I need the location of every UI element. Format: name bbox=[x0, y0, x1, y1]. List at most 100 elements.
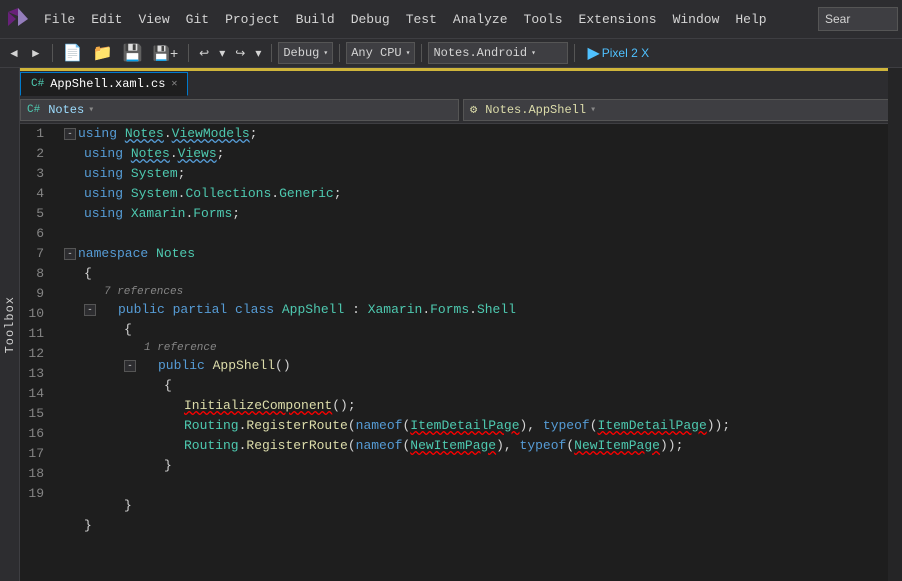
menu-analyze[interactable]: Analyze bbox=[445, 8, 516, 31]
code-line-15: Routing. RegisterRoute( nameof( NewItemP… bbox=[64, 436, 902, 456]
code-line-14: Routing. RegisterRoute( nameof( ItemDeta… bbox=[64, 416, 902, 436]
project-dropdown[interactable]: Notes.Android ▾ bbox=[428, 42, 568, 64]
line-num-9: 9 bbox=[20, 284, 52, 304]
code-line-3: using System; bbox=[64, 164, 902, 184]
run-icon: ▶ bbox=[587, 43, 599, 63]
tab-appshell[interactable]: C# AppShell.xaml.cs ✕ bbox=[20, 72, 188, 96]
cpu-dropdown[interactable]: Any CPU ▾ bbox=[346, 42, 415, 64]
line-num-2: 2 bbox=[20, 144, 52, 164]
tab-close-button[interactable]: ✕ bbox=[171, 78, 177, 90]
forward-button[interactable]: ► bbox=[26, 41, 46, 65]
vs-logo-icon bbox=[4, 5, 32, 33]
undo-button[interactable]: ↩ bbox=[195, 41, 213, 65]
line-num-18: 18 bbox=[20, 464, 52, 484]
menu-project[interactable]: Project bbox=[217, 8, 288, 31]
toolbox-label: Toolbox bbox=[3, 296, 17, 353]
menu-test[interactable]: Test bbox=[398, 8, 445, 31]
code-line-5: using Xamarin.Forms; bbox=[64, 204, 902, 224]
code-line-19: } bbox=[64, 516, 902, 536]
code-editor[interactable]: - using Notes.ViewModels; using Notes.Vi… bbox=[60, 124, 902, 581]
line-num-6: 6 bbox=[20, 224, 52, 244]
code-line-6 bbox=[64, 224, 902, 244]
menu-file[interactable]: File bbox=[36, 8, 83, 31]
menu-view[interactable]: View bbox=[130, 8, 177, 31]
code-line-9: - public partial class AppShell : Xamari… bbox=[64, 300, 902, 320]
separator-6 bbox=[574, 44, 575, 62]
menu-git[interactable]: Git bbox=[178, 8, 217, 31]
toolbox-sidebar[interactable]: Toolbox bbox=[0, 68, 20, 581]
menu-help[interactable]: Help bbox=[727, 8, 774, 31]
debug-config-arrow: ▾ bbox=[323, 48, 328, 58]
method-icon: ⚙ bbox=[470, 102, 477, 117]
separator-1 bbox=[52, 44, 53, 62]
open-button[interactable]: 📁 bbox=[89, 41, 117, 65]
document-highlight-bar bbox=[0, 68, 902, 71]
class-dropdown-arrow: ▾ bbox=[88, 104, 94, 116]
ref-hint-7: 7 references bbox=[104, 282, 183, 302]
line-numbers: 1 2 3 4 5 6 7 8 9 10 11 12 13 14 15 16 1… bbox=[20, 124, 60, 581]
debug-config-dropdown[interactable]: Debug ▾ bbox=[278, 42, 333, 64]
separator-4 bbox=[339, 44, 340, 62]
save-all-button[interactable]: 💾+ bbox=[149, 41, 183, 65]
line-num-1: 1 bbox=[20, 124, 52, 144]
menu-bar: File Edit View Git Project Build Debug T… bbox=[0, 0, 902, 38]
collapse-9[interactable]: - bbox=[84, 304, 96, 316]
toolbar: ◄ ► 📄 📁 💾 💾+ ↩ ▾ ↪ ▾ Debug ▾ Any CPU ▾ N… bbox=[0, 38, 902, 68]
menu-window[interactable]: Window bbox=[665, 8, 728, 31]
code-line-1: - using Notes.ViewModels; bbox=[64, 124, 902, 144]
project-arrow: ▾ bbox=[531, 48, 536, 58]
cpu-label: Any CPU bbox=[351, 46, 401, 60]
save-button[interactable]: 💾 bbox=[119, 41, 147, 65]
separator-3 bbox=[271, 44, 272, 62]
menu-debug[interactable]: Debug bbox=[343, 8, 398, 31]
redo-dropdown[interactable]: ▾ bbox=[251, 41, 265, 65]
collapse-7[interactable]: - bbox=[64, 248, 76, 260]
code-line-17 bbox=[64, 476, 902, 496]
code-line-10: { bbox=[64, 320, 902, 340]
code-line-8: { bbox=[64, 264, 902, 284]
line-num-4: 4 bbox=[20, 184, 52, 204]
nav-bar: C# Notes ▾ ⚙ Notes.AppShell ▾ bbox=[20, 96, 902, 124]
cpu-arrow: ▾ bbox=[406, 48, 411, 58]
line-num-13: 13 bbox=[20, 364, 52, 384]
separator-5 bbox=[421, 44, 422, 62]
line-num-19: 19 bbox=[20, 484, 52, 504]
run-button[interactable]: ▶ Pixel 2 X bbox=[581, 41, 655, 65]
line-num-16: 16 bbox=[20, 424, 52, 444]
line-num-5: 5 bbox=[20, 204, 52, 224]
scrollbar[interactable] bbox=[888, 68, 902, 581]
back-button[interactable]: ◄ bbox=[4, 41, 24, 65]
code-line-16: } bbox=[64, 456, 902, 476]
run-label: Pixel 2 X bbox=[602, 46, 649, 60]
undo-dropdown[interactable]: ▾ bbox=[215, 41, 229, 65]
collapse-1[interactable]: - bbox=[64, 128, 76, 140]
line-num-11: 11 bbox=[20, 324, 52, 344]
collapse-11[interactable]: - bbox=[124, 360, 136, 372]
menu-extensions[interactable]: Extensions bbox=[571, 8, 665, 31]
tab-bar: C# AppShell.xaml.cs ✕ bbox=[20, 68, 902, 96]
line-num-10: 10 bbox=[20, 304, 52, 324]
code-ref-11: 1 reference bbox=[64, 340, 902, 356]
debug-config-label: Debug bbox=[283, 46, 319, 60]
redo-button[interactable]: ↪ bbox=[231, 41, 249, 65]
new-file-button[interactable]: 📄 bbox=[59, 41, 87, 65]
ref-hint-11: 1 reference bbox=[144, 338, 217, 358]
code-line-18: } bbox=[64, 496, 902, 516]
line-num-7: 7 bbox=[20, 244, 52, 264]
class-dropdown[interactable]: C# Notes ▾ bbox=[20, 99, 459, 121]
menu-build[interactable]: Build bbox=[288, 8, 343, 31]
code-line-2: using Notes.Views; bbox=[64, 144, 902, 164]
menu-tools[interactable]: Tools bbox=[516, 8, 571, 31]
menu-edit[interactable]: Edit bbox=[83, 8, 130, 31]
method-dropdown-arrow: ▾ bbox=[590, 104, 596, 116]
line-num-17: 17 bbox=[20, 444, 52, 464]
cs-icon: C# bbox=[31, 78, 44, 90]
class-value: Notes bbox=[48, 103, 84, 117]
line-num-8: 8 bbox=[20, 264, 52, 284]
tab-appshell-label: AppShell.xaml.cs bbox=[50, 77, 165, 91]
editor-area: 1 2 3 4 5 6 7 8 9 10 11 12 13 14 15 16 1… bbox=[20, 124, 902, 581]
code-ref-9: 7 references bbox=[64, 284, 902, 300]
method-dropdown[interactable]: ⚙ Notes.AppShell ▾ bbox=[463, 99, 902, 121]
search-input[interactable] bbox=[818, 7, 898, 31]
class-icon: C# bbox=[27, 104, 40, 116]
